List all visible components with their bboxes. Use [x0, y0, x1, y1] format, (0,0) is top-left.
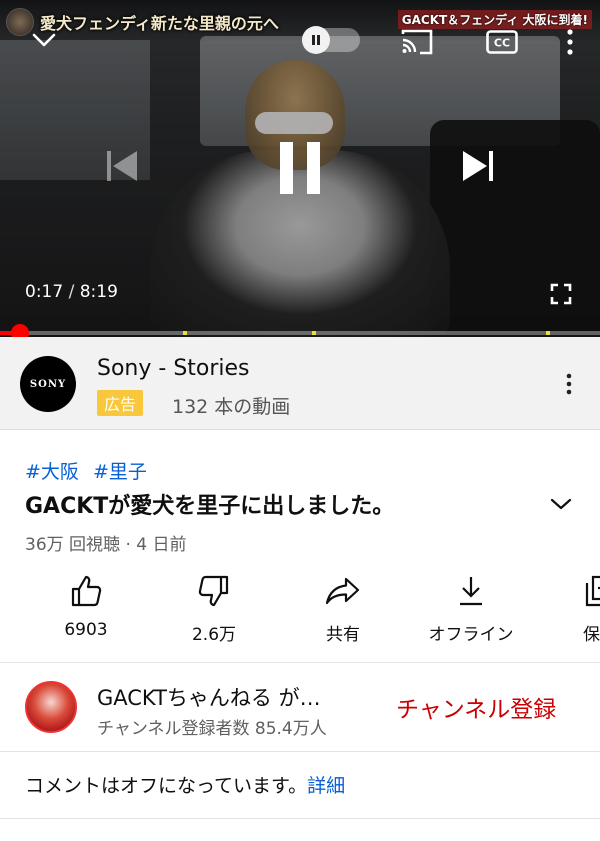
channel-name[interactable]: GACKTちゃんねる が…: [97, 682, 367, 712]
player-more-button[interactable]: [558, 26, 582, 58]
cast-icon: [401, 29, 433, 55]
hashtag-list: #大阪 #里子: [25, 457, 147, 484]
share-label: 共有: [326, 625, 360, 645]
dislike-count: 2.6万: [191, 625, 237, 645]
share-button[interactable]: 共有: [288, 572, 398, 645]
ad-video-count: 132 本の動画: [172, 396, 291, 418]
hashtag-link[interactable]: #大阪: [25, 461, 79, 483]
action-bar: 6903 2.6万 共有 オフライン 保: [0, 572, 600, 652]
next-video-button[interactable]: [458, 146, 498, 186]
divider: [0, 751, 600, 752]
like-button[interactable]: 6903: [31, 572, 141, 640]
divider: [0, 818, 600, 819]
total-time: 8:19: [79, 282, 118, 302]
chevron-down-icon: [550, 498, 572, 510]
share-icon: [325, 577, 360, 605]
chevron-down-icon: [32, 33, 56, 47]
dislike-button[interactable]: 2.6万: [159, 572, 269, 645]
fullscreen-icon: [550, 283, 572, 305]
offline-label: オフライン: [428, 625, 514, 645]
save-button[interactable]: 保存: [545, 572, 600, 645]
closed-captions-icon: CC: [486, 30, 518, 54]
time-separator: /: [68, 282, 75, 302]
previous-video-button[interactable]: [102, 146, 142, 186]
chapter-marker: [546, 331, 550, 335]
channel-avatar[interactable]: [25, 681, 77, 733]
ad-more-button[interactable]: [566, 373, 580, 399]
hashtag-link[interactable]: #里子: [93, 461, 147, 483]
thumbs-down-icon: [198, 575, 229, 607]
comments-off-text: コメントはオフになっています。: [25, 775, 308, 797]
divider: [0, 662, 600, 663]
pause-small-icon: [312, 35, 320, 45]
expand-description-button[interactable]: [546, 490, 576, 518]
playlist-add-icon: [585, 575, 600, 607]
play-pause-button[interactable]: [268, 132, 332, 204]
autoplay-knob: [302, 26, 330, 54]
more-vertical-icon: [566, 373, 572, 395]
skip-next-icon: [463, 151, 493, 181]
video-player[interactable]: 愛犬フェンディ新たな里親の元へ GACKT＆フェンディ 大阪に到着! CC 0:…: [0, 0, 600, 337]
cast-button[interactable]: [398, 26, 436, 58]
download-button[interactable]: オフライン: [416, 572, 526, 645]
collapse-player-button[interactable]: [30, 28, 58, 52]
ad-badge: 広告: [97, 390, 144, 416]
progress-bar[interactable]: [0, 324, 600, 337]
overlay-title-text: 愛犬フェンディ新たな里親の元へ: [40, 14, 279, 33]
thumbs-up-icon: [71, 575, 102, 607]
like-count: 6903: [64, 620, 108, 640]
ad-channel-name[interactable]: Sony - Stories: [97, 356, 250, 381]
ad-channel-row[interactable]: SONY Sony - Stories 広告 132 本の動画: [0, 337, 600, 430]
sony-logo[interactable]: SONY: [20, 356, 76, 412]
save-label: 保存: [583, 625, 600, 645]
video-title[interactable]: GACKTが愛犬を里子に出しました。: [25, 488, 535, 520]
comments-details-link[interactable]: 詳細: [307, 775, 345, 797]
pause-icon: [280, 142, 320, 194]
subscribe-button[interactable]: チャンネル登録: [396, 690, 556, 724]
comments-disabled-notice: コメントはオフになっています。詳細: [25, 771, 345, 798]
captions-button[interactable]: CC: [484, 28, 520, 56]
skip-previous-icon: [107, 151, 137, 181]
fullscreen-button[interactable]: [546, 280, 576, 308]
chapter-marker: [183, 331, 187, 335]
time-display: 0:17 / 8:19: [25, 282, 118, 302]
autoplay-toggle[interactable]: [302, 26, 360, 54]
current-time: 0:17: [25, 282, 64, 302]
more-vertical-icon: [567, 29, 573, 55]
chapter-marker: [312, 331, 316, 335]
video-meta: 36万 回視聴 · 4 日前: [25, 535, 187, 555]
subscriber-count: チャンネル登録者数 85.4万人: [97, 719, 327, 739]
download-icon: [460, 577, 482, 606]
progress-scrubber[interactable]: [10, 324, 29, 337]
svg-text:CC: CC: [494, 37, 510, 50]
